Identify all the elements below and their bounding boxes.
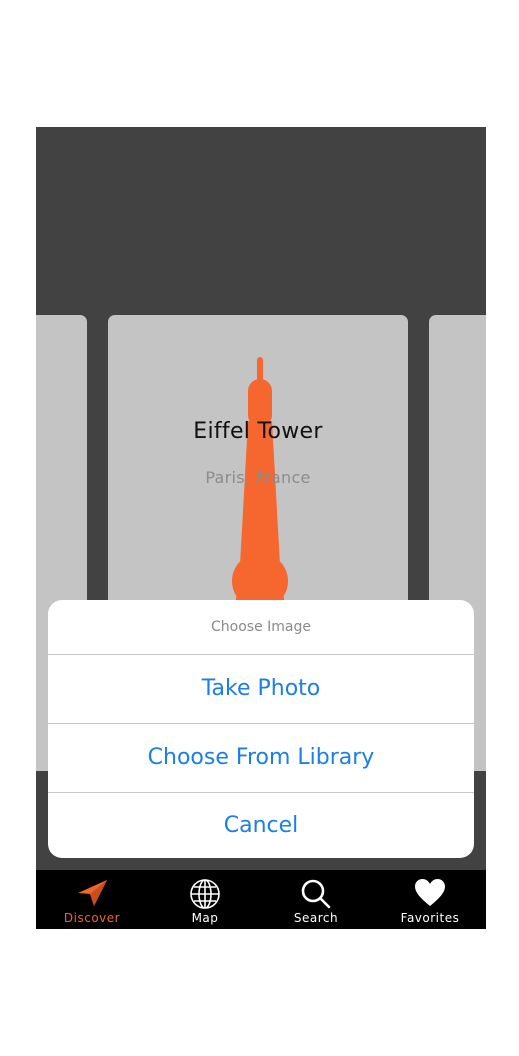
heart-icon [415, 879, 445, 906]
tab-search[interactable]: Search [260, 870, 372, 929]
globe-icon [190, 879, 220, 909]
tab-map[interactable]: Map [149, 870, 261, 929]
tab-discover[interactable]: Discover [36, 870, 148, 929]
tab-label: Search [293, 911, 339, 925]
app-screen: Eiffel Tower Paris, France Choose Image … [36, 127, 486, 929]
paper-plane-icon [78, 880, 107, 906]
cancel-button[interactable]: Cancel [48, 793, 474, 858]
tab-label: Favorites [400, 911, 460, 925]
tab-bar: Discover Map Search Favorites [36, 870, 486, 929]
place-title: Eiffel Tower [193, 419, 323, 444]
tab-label: Discover [63, 911, 121, 925]
choose-from-library-button[interactable]: Choose From Library [48, 724, 474, 793]
tab-favorites[interactable]: Favorites [374, 870, 486, 929]
take-photo-button[interactable]: Take Photo [48, 655, 474, 724]
action-sheet-title: Choose Image [48, 600, 474, 655]
tab-label: Map [191, 911, 219, 925]
search-icon [301, 879, 331, 909]
place-subtitle: Paris, France [205, 468, 311, 487]
choose-image-action-sheet: Choose Image Take Photo Choose From Libr… [48, 600, 474, 858]
